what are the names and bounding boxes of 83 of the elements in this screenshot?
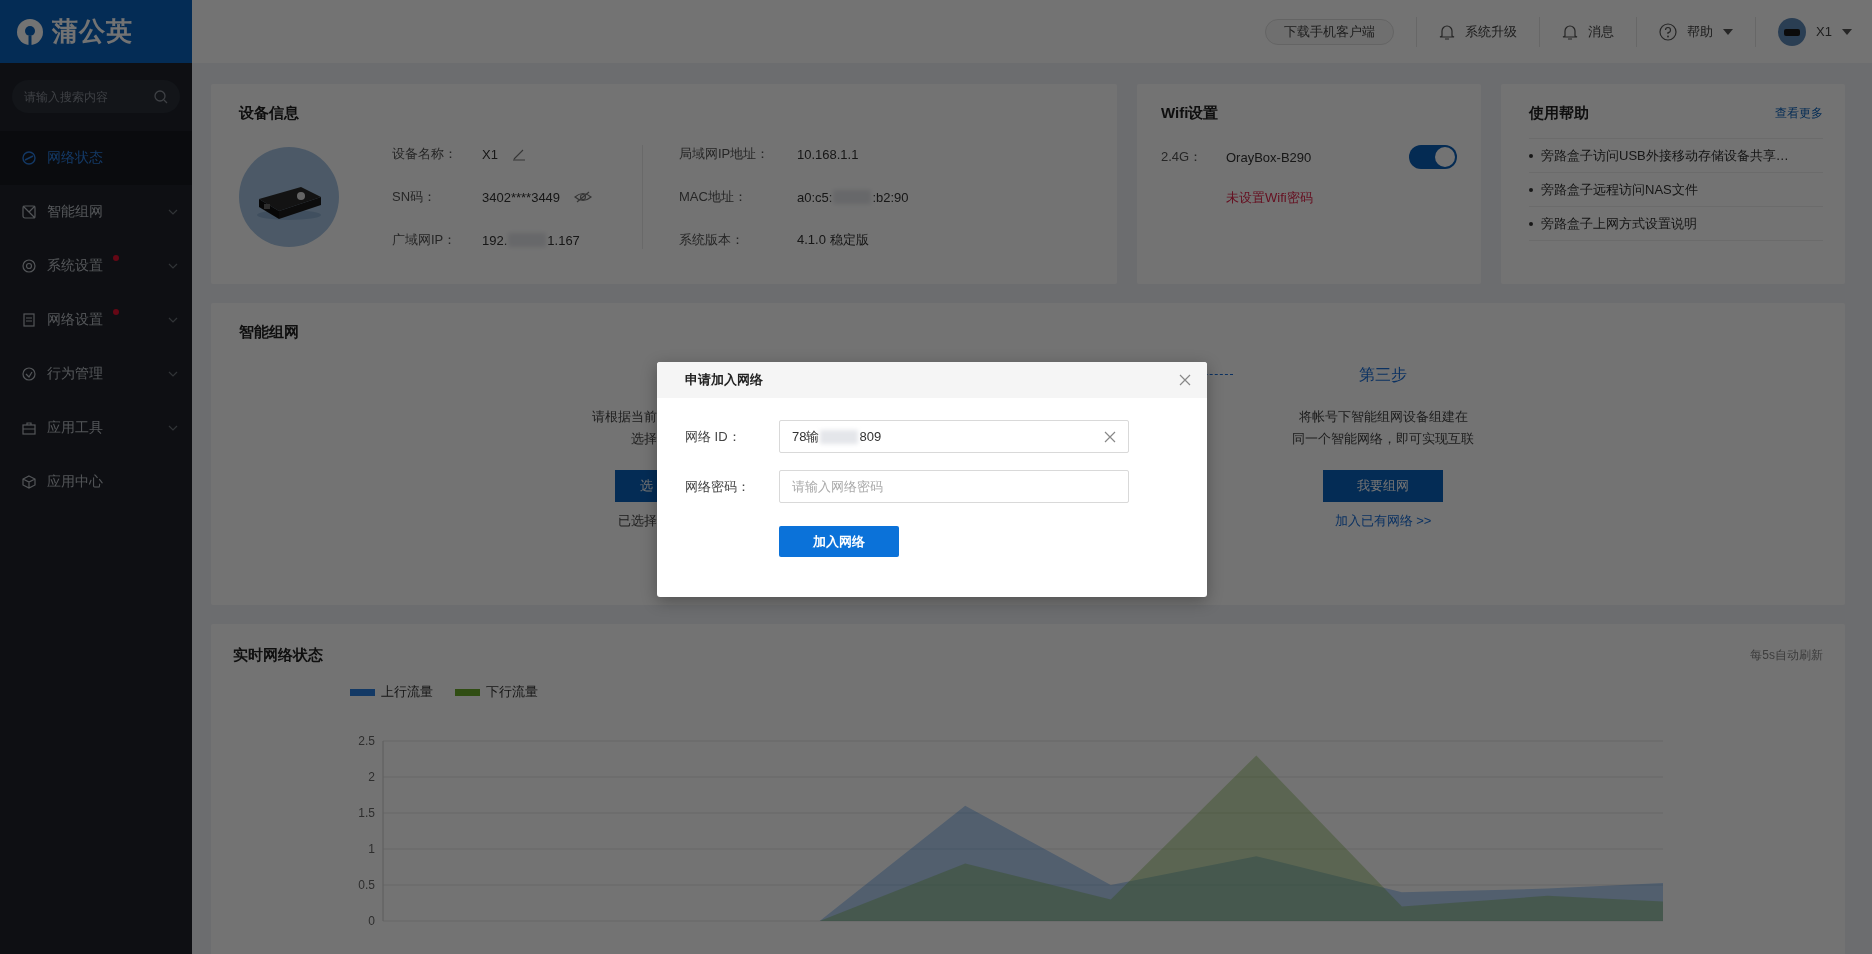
- legend-label: 上行流量: [381, 683, 433, 701]
- help-icon[interactable]: [1659, 22, 1678, 41]
- card-title: 智能组网: [239, 323, 300, 342]
- axis-tick-label: 2.5: [358, 734, 375, 748]
- card-title: 实时网络状态: [233, 646, 323, 665]
- sidebar-item[interactable]: 智能组网: [0, 185, 192, 239]
- sidebar-item[interactable]: 应用工具: [0, 401, 192, 455]
- blurred-area: [820, 429, 859, 444]
- field-value: 3402****3449: [482, 189, 561, 205]
- field-label: 网络密码：: [685, 477, 751, 496]
- sidebar-item[interactable]: 网络设置: [0, 293, 192, 347]
- card-title: 使用帮助: [1529, 104, 1589, 123]
- axis-tick-label: 2: [368, 770, 375, 784]
- check-circle-icon: [21, 366, 37, 382]
- help-link[interactable]: 旁路盒子上网方式设置说明: [1541, 214, 1697, 233]
- axis-tick-label: 0.5: [358, 878, 375, 892]
- card-title: Wifi设置: [1161, 104, 1220, 123]
- step-text: 将帐号下智能组网设备组建在: [1298, 408, 1468, 426]
- input-field[interactable]: 78输 809: [779, 420, 1129, 453]
- caret-icon[interactable]: [1723, 28, 1734, 35]
- field-label: 广域网IP：: [392, 231, 458, 249]
- sidebar-item[interactable]: 应用中心: [0, 455, 192, 509]
- sidebar-item[interactable]: 网络状态: [0, 131, 192, 185]
- sidebar-item[interactable]: 行为管理: [0, 347, 192, 401]
- logo-icon: [16, 17, 44, 46]
- bullet-icon: [1529, 221, 1533, 226]
- axis-tick-label: 0: [368, 914, 375, 928]
- field-label: SN码：: [392, 188, 438, 206]
- bell-icon[interactable]: [1562, 23, 1579, 40]
- bullet-icon: [1529, 187, 1533, 192]
- download-app-button[interactable]: 下载手机客户端: [1265, 18, 1395, 45]
- step-text: 请根据当前: [592, 408, 657, 426]
- logo-text: 蒲公英: [52, 15, 133, 48]
- field-label: 网络 ID：: [685, 427, 742, 446]
- axis-tick-label: 1.5: [358, 806, 375, 820]
- field-label: 局域网IP地址：: [679, 145, 771, 163]
- help-menu[interactable]: 帮助: [1687, 22, 1714, 41]
- bell-icon[interactable]: [1439, 23, 1456, 40]
- edit-icon[interactable]: [511, 147, 526, 161]
- wifi-name: OrayBox-B290: [1226, 149, 1313, 165]
- wifi-toggle[interactable]: [1409, 145, 1457, 169]
- caret-icon[interactable]: [1842, 28, 1852, 35]
- frame-icon: [21, 204, 37, 220]
- join-network-button[interactable]: 加入网络: [779, 526, 899, 557]
- step-title: 第三步: [1359, 365, 1407, 384]
- step-text: 选择: [631, 430, 657, 448]
- axis-tick-label: 1: [368, 842, 375, 856]
- avatar-icon[interactable]: [1778, 17, 1807, 46]
- globe-icon: [21, 150, 37, 166]
- field-label: MAC地址：: [679, 188, 748, 206]
- select-button[interactable]: 选: [615, 470, 657, 502]
- search-icon[interactable]: [154, 90, 168, 104]
- create-network-button[interactable]: 我要组网: [1323, 470, 1443, 502]
- messages-link[interactable]: 消息: [1588, 22, 1615, 41]
- clear-icon[interactable]: [1104, 430, 1116, 443]
- field-value: 192. 1.167: [482, 232, 580, 248]
- field-label: 系统版本：: [679, 231, 745, 249]
- help-link[interactable]: 旁路盒子远程访问NAS文件: [1541, 180, 1698, 199]
- more-link[interactable]: 查看更多: [1775, 105, 1823, 122]
- user-name[interactable]: X1: [1816, 24, 1832, 39]
- band-label: 2.4G：: [1161, 148, 1204, 166]
- legend-label: 下行流量: [486, 683, 538, 701]
- input-field[interactable]: 请输入网络密码: [779, 470, 1129, 503]
- list-icon: [21, 312, 37, 328]
- close-icon[interactable]: [1179, 374, 1191, 386]
- cube-icon: [21, 474, 37, 490]
- warning-text: 未设置Wifi密码: [1226, 189, 1314, 207]
- hidden-eye-icon[interactable]: [574, 190, 593, 204]
- join-network-link[interactable]: 加入已有网络 >>: [1334, 510, 1432, 532]
- toolbox-icon: [21, 420, 37, 436]
- field-value: 4.1.0 稳定版: [797, 231, 869, 249]
- sidebar-item[interactable]: 系统设置: [0, 239, 192, 293]
- dialog-title: 申请加入网络: [685, 371, 763, 389]
- field-value: X1: [482, 146, 498, 162]
- field-label: 设备名称：: [392, 145, 458, 163]
- step-note: 已选择: [618, 512, 657, 530]
- gear-icon: [21, 258, 37, 274]
- field-value: 10.168.1.1: [797, 146, 859, 162]
- bullet-icon: [1529, 153, 1533, 158]
- field-value: a0:c5: :b2:90: [797, 189, 909, 205]
- card-title: 设备信息: [239, 104, 300, 123]
- upgrade-link[interactable]: 系统升级: [1465, 22, 1518, 41]
- help-link[interactable]: 旁路盒子访问USB外接移动存储设备共享…: [1541, 146, 1789, 165]
